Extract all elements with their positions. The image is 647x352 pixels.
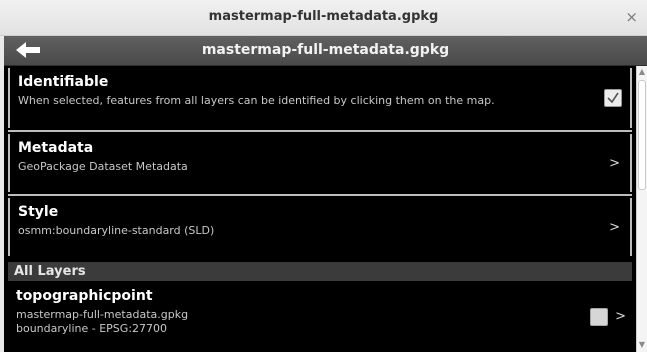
divider	[8, 130, 632, 132]
scrollbar[interactable]: ▲ ▼	[636, 66, 647, 352]
scrollbar-thumb[interactable]	[638, 80, 646, 190]
metadata-subtitle: GeoPackage Dataset Metadata	[18, 160, 188, 173]
metadata-label: Metadata	[18, 140, 94, 156]
style-label: Style	[18, 204, 59, 220]
style-subtitle: osmm:boundaryline-standard (SLD)	[18, 224, 215, 237]
scroll-down-icon[interactable]: ▼	[638, 340, 646, 349]
checkmark-icon	[607, 92, 619, 104]
app-window: mastermap-full-metadata.gpkg Identifiabl…	[4, 36, 647, 352]
chevron-right-icon: >	[615, 309, 626, 324]
section-header-all-layers: All Layers	[8, 262, 632, 281]
layer-detail: boundaryline - EPSG:27700	[16, 322, 168, 335]
window-title: mastermap-full-metadata.gpkg	[208, 9, 439, 24]
layer-source: mastermap-full-metadata.gpkg	[16, 308, 189, 321]
divider	[8, 194, 632, 196]
chevron-right-icon: >	[609, 220, 620, 235]
identifiable-item[interactable]: Identifiable When selected, features fro…	[8, 68, 632, 128]
close-icon[interactable]: ×	[625, 8, 638, 26]
preferences-list: Identifiable When selected, features fro…	[4, 66, 636, 352]
identifiable-description: When selected, features from all layers …	[18, 94, 495, 107]
page-title: mastermap-full-metadata.gpkg	[201, 42, 450, 58]
metadata-item[interactable]: Metadata GeoPackage Dataset Metadata >	[8, 134, 632, 192]
identifiable-checkbox[interactable]	[604, 89, 622, 107]
action-bar: mastermap-full-metadata.gpkg	[4, 36, 647, 66]
identifiable-label: Identifiable	[18, 74, 109, 90]
layer-item[interactable]: topographicpoint mastermap-full-metadata…	[8, 282, 632, 352]
layer-visibility-checkbox[interactable]	[590, 308, 608, 326]
chevron-right-icon: >	[609, 156, 620, 171]
scroll-up-icon[interactable]: ▲	[638, 67, 646, 76]
layer-name: topographicpoint	[16, 288, 153, 304]
style-item[interactable]: Style osmm:boundaryline-standard (SLD) >	[8, 198, 632, 256]
window-titlebar: mastermap-full-metadata.gpkg ×	[0, 0, 647, 36]
